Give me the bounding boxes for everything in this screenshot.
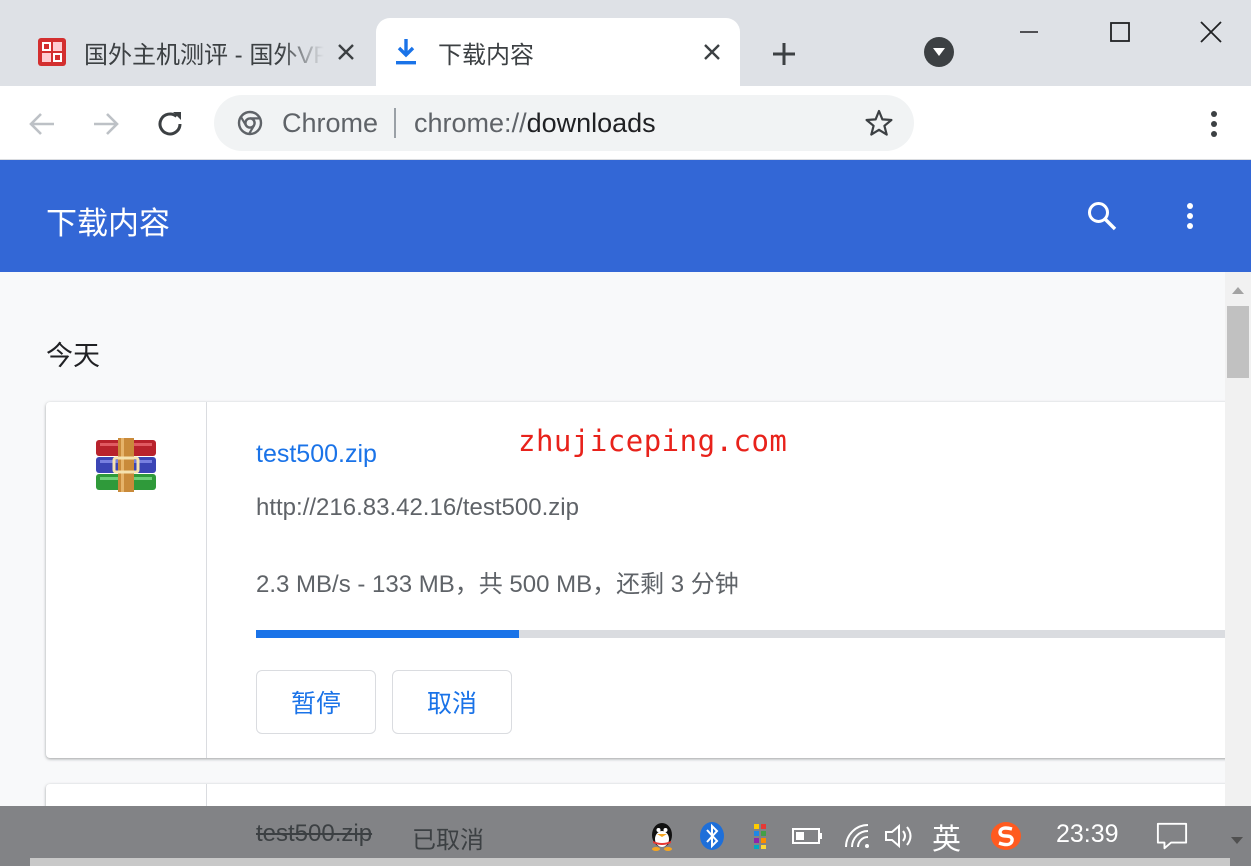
reload-icon bbox=[158, 112, 182, 136]
ime-language-indicator[interactable]: 英 bbox=[932, 816, 961, 858]
tab-title: 下载内容 bbox=[438, 41, 534, 69]
forward-button[interactable] bbox=[86, 104, 126, 144]
tab-search-button[interactable] bbox=[924, 37, 954, 67]
search-icon bbox=[1088, 202, 1117, 231]
download-status: 2.3 MB/s - 133 MB，共 500 MB，还剩 3 分钟 bbox=[256, 571, 739, 598]
date-section-label: 今天 bbox=[46, 341, 100, 371]
download-progress-fill bbox=[256, 630, 520, 638]
vertical-dots-icon bbox=[1187, 203, 1193, 229]
maximize-icon bbox=[1110, 22, 1130, 42]
omnibox-chip-label: Chrome bbox=[282, 107, 379, 138]
wifi-icon[interactable] bbox=[842, 820, 874, 852]
maximize-button[interactable] bbox=[1097, 10, 1143, 54]
back-button[interactable] bbox=[22, 104, 62, 144]
close-icon bbox=[1200, 21, 1222, 43]
file-source-url[interactable]: http://216.83.42.16/test500.zip bbox=[256, 494, 579, 522]
url-scheme: chrome:// bbox=[414, 107, 527, 138]
downloads-list: 今天 test500.zip zhujiceping.com http://21… bbox=[0, 272, 1225, 806]
cancel-button[interactable]: 取消 bbox=[392, 670, 512, 734]
download-status: 已取消 bbox=[412, 827, 484, 854]
minimize-icon bbox=[1020, 31, 1038, 33]
download-progress-bar bbox=[256, 630, 1225, 638]
page-title: 下载内容 bbox=[46, 206, 170, 241]
tab-title: 国外主机测评 - 国外VPS，国 bbox=[84, 41, 324, 69]
url-host: downloads bbox=[526, 107, 656, 138]
tab-zhujiceping[interactable]: 国外主机测评 - 国外VPS，国 bbox=[22, 18, 374, 86]
chrome-logo-icon bbox=[236, 109, 264, 137]
system-clock[interactable]: 23:39 bbox=[1056, 820, 1119, 849]
battery-icon[interactable] bbox=[792, 820, 824, 852]
scrollbar-thumb[interactable] bbox=[1227, 306, 1249, 378]
page-scrollbar[interactable] bbox=[1225, 272, 1251, 806]
card-divider bbox=[206, 784, 207, 806]
scroll-up-arrow-icon[interactable] bbox=[1225, 280, 1251, 300]
horizontal-scrollbar[interactable] bbox=[30, 858, 1230, 866]
omnibox-url[interactable]: chrome://downloads bbox=[414, 108, 656, 139]
minimize-button[interactable] bbox=[1006, 10, 1052, 54]
tab-downloads[interactable]: 下载内容 bbox=[376, 18, 740, 86]
watermark: zhujiceping.com bbox=[518, 424, 788, 458]
forward-arrow-icon bbox=[94, 113, 119, 135]
browser-toolbar: Chrome chrome://downloads bbox=[0, 86, 1251, 160]
volume-icon[interactable] bbox=[884, 820, 916, 852]
downloads-header: 下载内容 bbox=[0, 160, 1251, 272]
downloads-menu-button[interactable] bbox=[1172, 196, 1208, 236]
triangle-down-icon bbox=[933, 48, 945, 56]
file-name-link[interactable]: test500.zip bbox=[256, 820, 372, 848]
new-tab-button[interactable] bbox=[766, 36, 802, 72]
close-window-button[interactable] bbox=[1188, 10, 1234, 54]
pause-button[interactable]: 暂停 bbox=[256, 670, 376, 734]
bookmark-star-icon[interactable] bbox=[864, 108, 894, 138]
qq-penguin-icon[interactable] bbox=[646, 820, 678, 852]
back-arrow-icon bbox=[29, 113, 54, 135]
omnibox[interactable]: Chrome chrome://downloads bbox=[214, 95, 914, 151]
omnibox-separator bbox=[394, 108, 397, 138]
site-logo-icon bbox=[36, 36, 68, 68]
color-grid-app-icon[interactable] bbox=[744, 820, 776, 852]
download-item: test500.zip zhujiceping.com http://216.8… bbox=[46, 402, 1225, 758]
windows-taskbar: test500.zip 已取消 英 23:39 bbox=[0, 806, 1251, 866]
search-downloads-button[interactable] bbox=[1082, 196, 1122, 236]
vertical-dots-icon bbox=[1211, 111, 1217, 137]
browser-menu-button[interactable] bbox=[1196, 104, 1232, 144]
tab-strip: 国外主机测评 - 国外VPS，国 下载内容 bbox=[0, 0, 1251, 86]
close-tab-icon[interactable] bbox=[332, 38, 360, 66]
download-icon bbox=[390, 36, 422, 68]
scroll-down-arrow-icon[interactable] bbox=[1226, 824, 1248, 856]
archive-file-icon[interactable] bbox=[94, 438, 158, 494]
sogou-input-icon[interactable] bbox=[990, 820, 1022, 852]
bluetooth-icon[interactable] bbox=[696, 820, 728, 852]
card-divider bbox=[206, 402, 207, 758]
download-item bbox=[46, 784, 1225, 806]
close-tab-icon[interactable] bbox=[698, 38, 726, 66]
reload-button[interactable] bbox=[150, 104, 190, 144]
notification-center-icon[interactable] bbox=[1156, 820, 1188, 852]
file-name-link[interactable]: test500.zip bbox=[256, 440, 377, 469]
